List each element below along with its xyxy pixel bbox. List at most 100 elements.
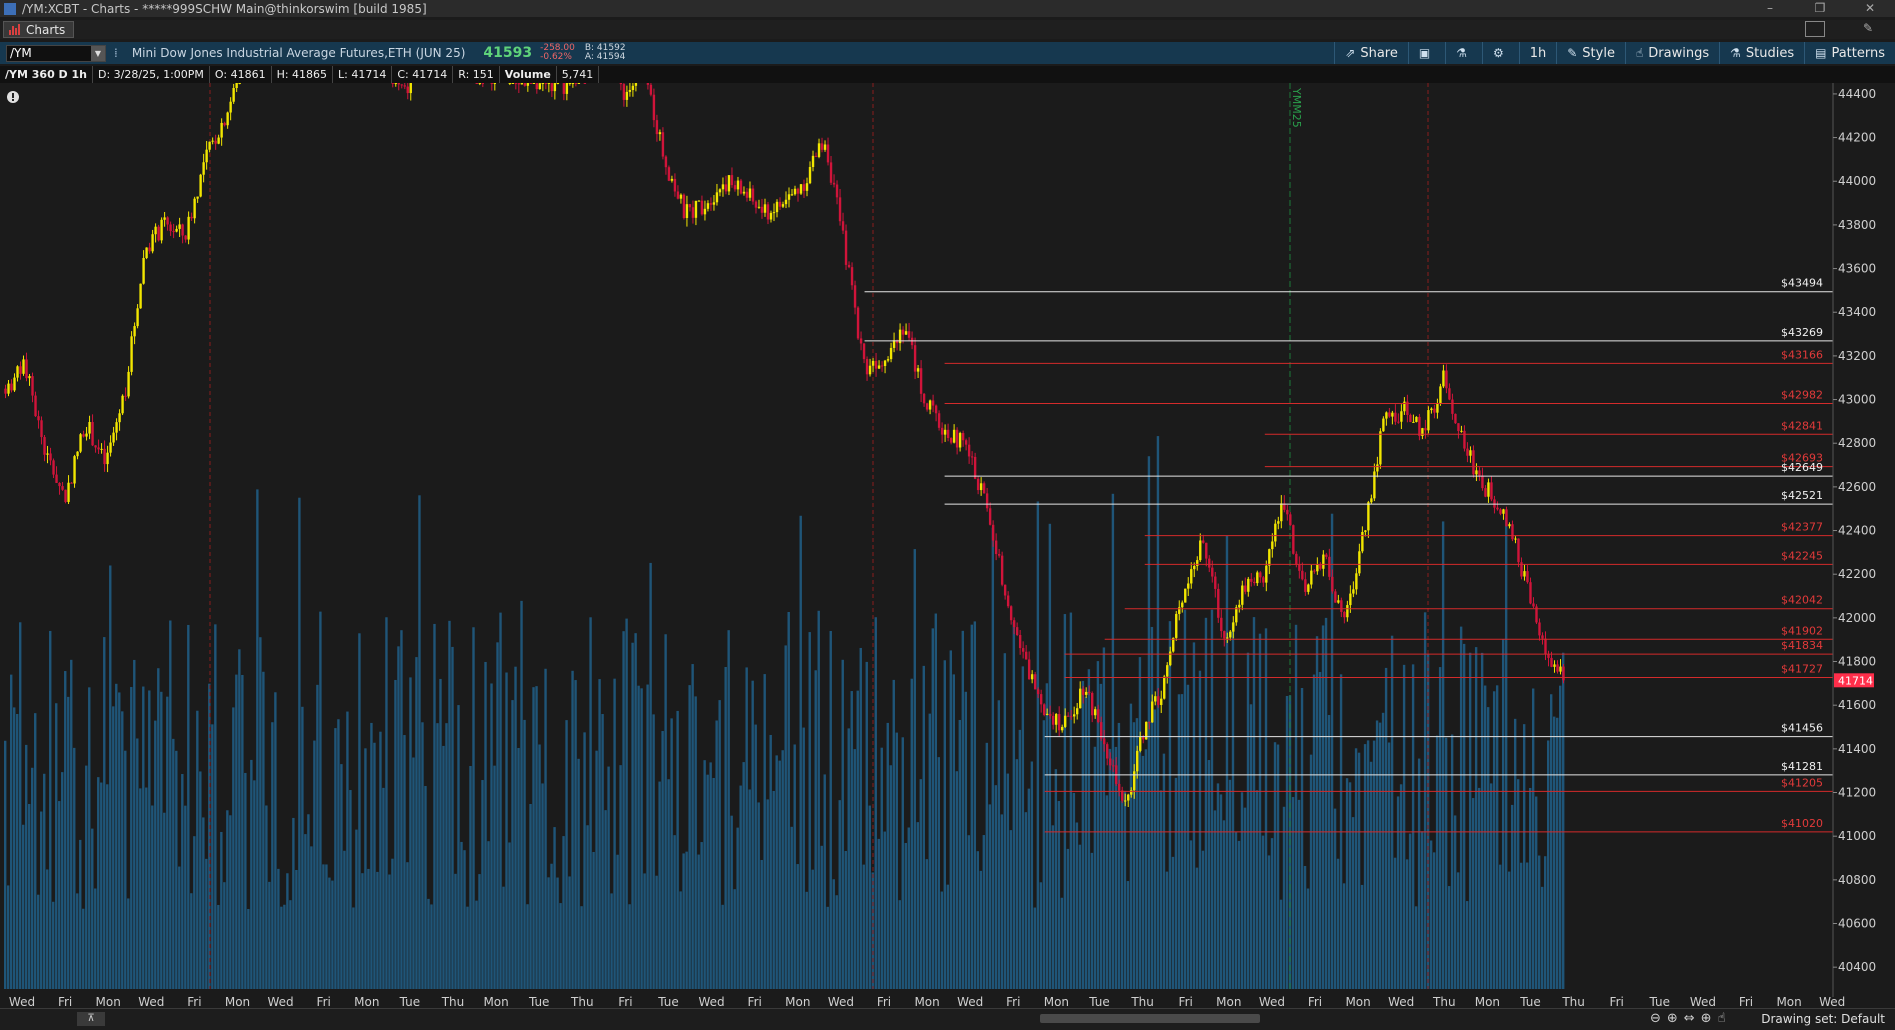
time-tick-label: Wed — [1690, 995, 1716, 1009]
candle-body — [118, 413, 121, 423]
candle-body — [1106, 744, 1109, 759]
time-tick-label: Wed — [699, 995, 725, 1009]
volume-bar — [610, 893, 613, 989]
volume-bar — [958, 719, 962, 989]
settings-button[interactable]: ⚙ — [1481, 42, 1519, 64]
candle-body — [1397, 421, 1400, 423]
alert-icon[interactable] — [7, 91, 19, 103]
pin-icon[interactable]: ✎ — [1863, 21, 1873, 35]
candle-body — [1121, 790, 1124, 801]
detach-window-icon[interactable] — [1805, 21, 1825, 37]
symbol-input[interactable]: /YM — [7, 46, 32, 60]
candle-body — [805, 183, 809, 191]
volume-bar — [1381, 712, 1385, 989]
timeframe-button[interactable]: 1h — [1518, 42, 1557, 64]
studies-button[interactable]: ⚗ Studies — [1719, 42, 1804, 64]
price-axis[interactable]: 40400 40600 40800 41000 41200 41400 41600 41800… — [1832, 83, 1876, 997]
style-icon: ✎ — [1567, 46, 1578, 60]
chart-toolbar: /YM ▼ ⁞ Mini Dow Jones Industrial Averag… — [0, 42, 1895, 64]
candle-body — [532, 83, 536, 84]
time-scrollbar[interactable] — [1040, 1014, 1260, 1023]
candle-body — [562, 83, 566, 94]
candle-body — [844, 230, 848, 265]
candle-body — [82, 434, 85, 437]
volume-bar — [493, 765, 496, 989]
candle-body — [52, 460, 55, 475]
candle-body — [1265, 565, 1268, 583]
candle-body — [1072, 714, 1076, 717]
volume-bar — [799, 515, 802, 989]
status-bar: ⊼ ⊖⊕⇔⊕☝ Drawing set: Default — [0, 1008, 1895, 1030]
candle-body — [160, 219, 163, 241]
drawings-button[interactable]: ☝ Drawings — [1624, 42, 1719, 64]
volume-bar — [1216, 783, 1220, 989]
volume-bar — [379, 731, 382, 989]
volume-bar — [442, 745, 445, 989]
restore-button[interactable]: ❐ — [1795, 0, 1845, 17]
zoom-controls[interactable]: ⊖⊕⇔⊕☝ — [1650, 1011, 1732, 1026]
beaker-button[interactable]: ⚗ — [1445, 42, 1482, 64]
candle-body — [1340, 600, 1343, 612]
volume-bar — [976, 851, 980, 989]
chevron-down-icon[interactable]: ▼ — [91, 45, 105, 61]
candle-body — [802, 184, 806, 191]
candle-body — [910, 337, 914, 346]
volume-bar — [1132, 722, 1136, 989]
candle-body — [976, 478, 980, 491]
volume-bar — [1261, 835, 1265, 989]
close-button[interactable]: ✕ — [1845, 0, 1895, 17]
patterns-button[interactable]: ▤ Patterns — [1804, 42, 1895, 64]
time-axis[interactable]: Wed Fri Mon Wed Fri Mon Wed Fri Mon Tue Thu Mon Tue T… — [9, 995, 1845, 1009]
candle-body — [1448, 388, 1451, 400]
volume-bar — [1246, 652, 1250, 989]
candle-body — [1493, 499, 1496, 508]
volume-bar — [919, 779, 922, 989]
volume-bar — [1456, 872, 1460, 989]
volume-bar — [553, 827, 556, 989]
candle-body — [1226, 637, 1229, 639]
volume-bar — [991, 527, 995, 989]
candle-body — [661, 132, 665, 157]
price-tick-label: 42000 — [1838, 611, 1876, 625]
link-icon[interactable]: ⁞ — [114, 46, 118, 60]
candle-body — [1018, 634, 1022, 649]
candle-body — [1097, 709, 1100, 723]
collapse-panel-button[interactable]: ⊼ — [77, 1012, 105, 1026]
candle-body — [1220, 617, 1223, 632]
candle-body — [169, 224, 172, 232]
volume-bar — [1024, 812, 1028, 989]
volume-bar — [1159, 790, 1163, 989]
candle-body — [1211, 567, 1214, 577]
volume-bar — [334, 728, 337, 989]
volume-bar — [946, 884, 950, 989]
candle-body — [1430, 408, 1433, 411]
candle-body — [100, 448, 103, 450]
volume-bar — [253, 780, 256, 989]
price-chart[interactable]: YMM25 $43494 $43269 $43166 $42982 $42841 $426… — [0, 83, 1895, 1017]
volume-bar — [301, 706, 304, 989]
volume-bar — [874, 617, 877, 989]
tab-charts[interactable]: Charts — [3, 21, 75, 38]
candle-body — [1015, 627, 1019, 635]
flexible-grid-button[interactable]: ▣ — [1407, 42, 1445, 64]
volume-bar — [988, 804, 992, 989]
time-tick-label: Mon — [785, 995, 810, 1009]
candle-body — [511, 83, 515, 84]
style-button[interactable]: ✎ Style — [1556, 42, 1625, 64]
volume-bar — [562, 836, 565, 989]
minimize-button[interactable]: – — [1745, 0, 1795, 17]
candle-body — [916, 368, 920, 372]
candle-body — [874, 360, 878, 369]
price-level-label: $42377 — [1781, 521, 1823, 534]
time-tick-label: Mon — [1345, 995, 1370, 1009]
volume-bar — [931, 628, 934, 989]
volume-bar — [1342, 883, 1346, 989]
volume-bar — [1504, 517, 1508, 989]
volume-bar — [1543, 856, 1547, 989]
candle-body — [1310, 570, 1313, 585]
volume-bar — [1054, 769, 1058, 989]
time-tick-label: Thu — [570, 995, 594, 1009]
candle-body — [58, 482, 61, 487]
symbol-selector[interactable]: /YM ▼ — [6, 44, 106, 62]
share-button[interactable]: ⇗ Share — [1334, 42, 1408, 64]
